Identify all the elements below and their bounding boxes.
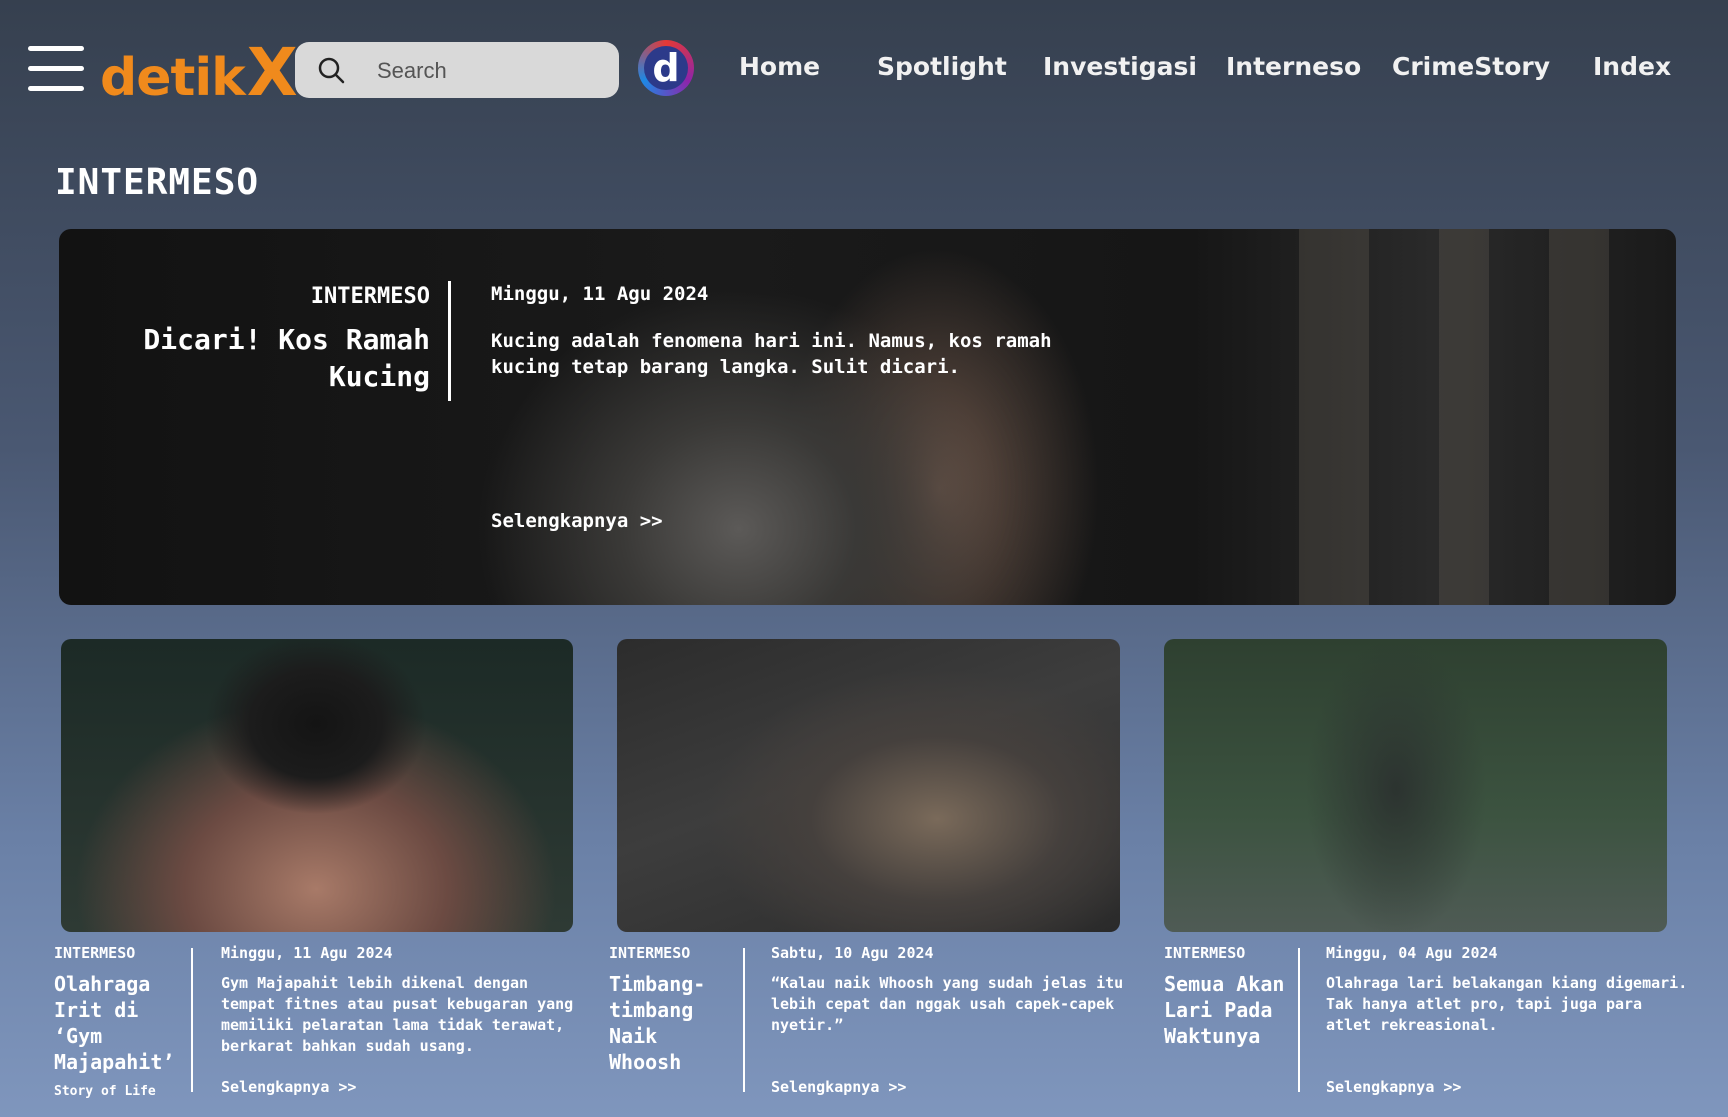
logo-text: detik <box>100 48 246 108</box>
hero-divider <box>448 281 451 401</box>
nav-investigasi[interactable]: Investigasi <box>1043 52 1197 81</box>
search-bar[interactable] <box>295 42 619 98</box>
hero-bg-stripe <box>1299 229 1369 605</box>
card-image-train[interactable] <box>617 639 1120 932</box>
card-divider <box>1298 948 1300 1092</box>
detikx-logo[interactable]: detik X <box>100 34 298 111</box>
card-description: Olahraga lari belakangan kiang digemari.… <box>1326 974 1688 1034</box>
hero-article[interactable]: INTERMESO Dicari! Kos Ramah Kucing Mingg… <box>59 229 1676 605</box>
nav-spotlight[interactable]: Spotlight <box>877 52 1007 81</box>
card-description: “Kalau naik Whoosh yang sudah jelas itu … <box>771 974 1124 1034</box>
hero-bg-stripe <box>1439 229 1489 605</box>
card-date: Minggu, 04 Agu 2024 <box>1326 944 1498 962</box>
card-title[interactable]: Olahraga Irit di ‘Gym Majapahit’ <box>54 971 184 1075</box>
hero-description: Kucing adalah fenomena hari ini. Namus, … <box>491 330 1052 378</box>
card-read-more-link[interactable]: Selengkapnya >> <box>1326 1078 1461 1096</box>
card-tag: Story of Life <box>54 1084 156 1099</box>
card-date: Sabtu, 10 Agu 2024 <box>771 944 934 962</box>
hamburger-menu-icon[interactable] <box>28 46 84 92</box>
card-image-gym[interactable] <box>61 639 573 932</box>
nav-interneso[interactable]: Interneso <box>1226 52 1361 81</box>
card-category: INTERMESO <box>609 944 691 962</box>
nav-home[interactable]: Home <box>739 52 820 81</box>
card-divider <box>743 948 745 1092</box>
hero-bg-stripe <box>1549 229 1609 605</box>
card-image-runner[interactable] <box>1164 639 1667 932</box>
hero-category: INTERMESO <box>310 284 430 309</box>
card-divider <box>191 948 193 1092</box>
card-read-more-link[interactable]: Selengkapnya >> <box>771 1078 906 1096</box>
card-title[interactable]: Semua Akan Lari Pada Waktunya <box>1164 971 1294 1049</box>
top-header: detikX d Home Spotlight Investigasi Inte… <box>0 0 1728 140</box>
detik-d-logo[interactable]: d <box>638 40 694 96</box>
section-title: INTERMESO <box>55 162 260 203</box>
card-date: Minggu, 11 Agu 2024 <box>221 944 393 962</box>
hero-title[interactable]: Dicari! Kos Ramah Kucing <box>100 321 430 395</box>
card-read-more-link[interactable]: Selengkapnya >> <box>221 1078 356 1096</box>
search-input[interactable] <box>375 52 609 90</box>
d-logo-letter: d <box>644 46 688 90</box>
card-description: Gym Majapahit lebih dikenal dengan tempa… <box>221 974 574 1055</box>
search-icon <box>318 57 345 84</box>
card-title[interactable]: Timbang-timbang Naik Whoosh <box>609 971 739 1075</box>
nav-index[interactable]: Index <box>1593 52 1671 81</box>
nav-crimestory[interactable]: CrimeStory <box>1392 52 1550 81</box>
hero-read-more-link[interactable]: Selengkapnya >> <box>491 510 663 532</box>
card-category: INTERMESO <box>1164 944 1246 962</box>
logo-x: X <box>246 34 298 111</box>
card-category: INTERMESO <box>54 944 136 962</box>
hero-date: Minggu, 11 Agu 2024 <box>491 283 709 305</box>
